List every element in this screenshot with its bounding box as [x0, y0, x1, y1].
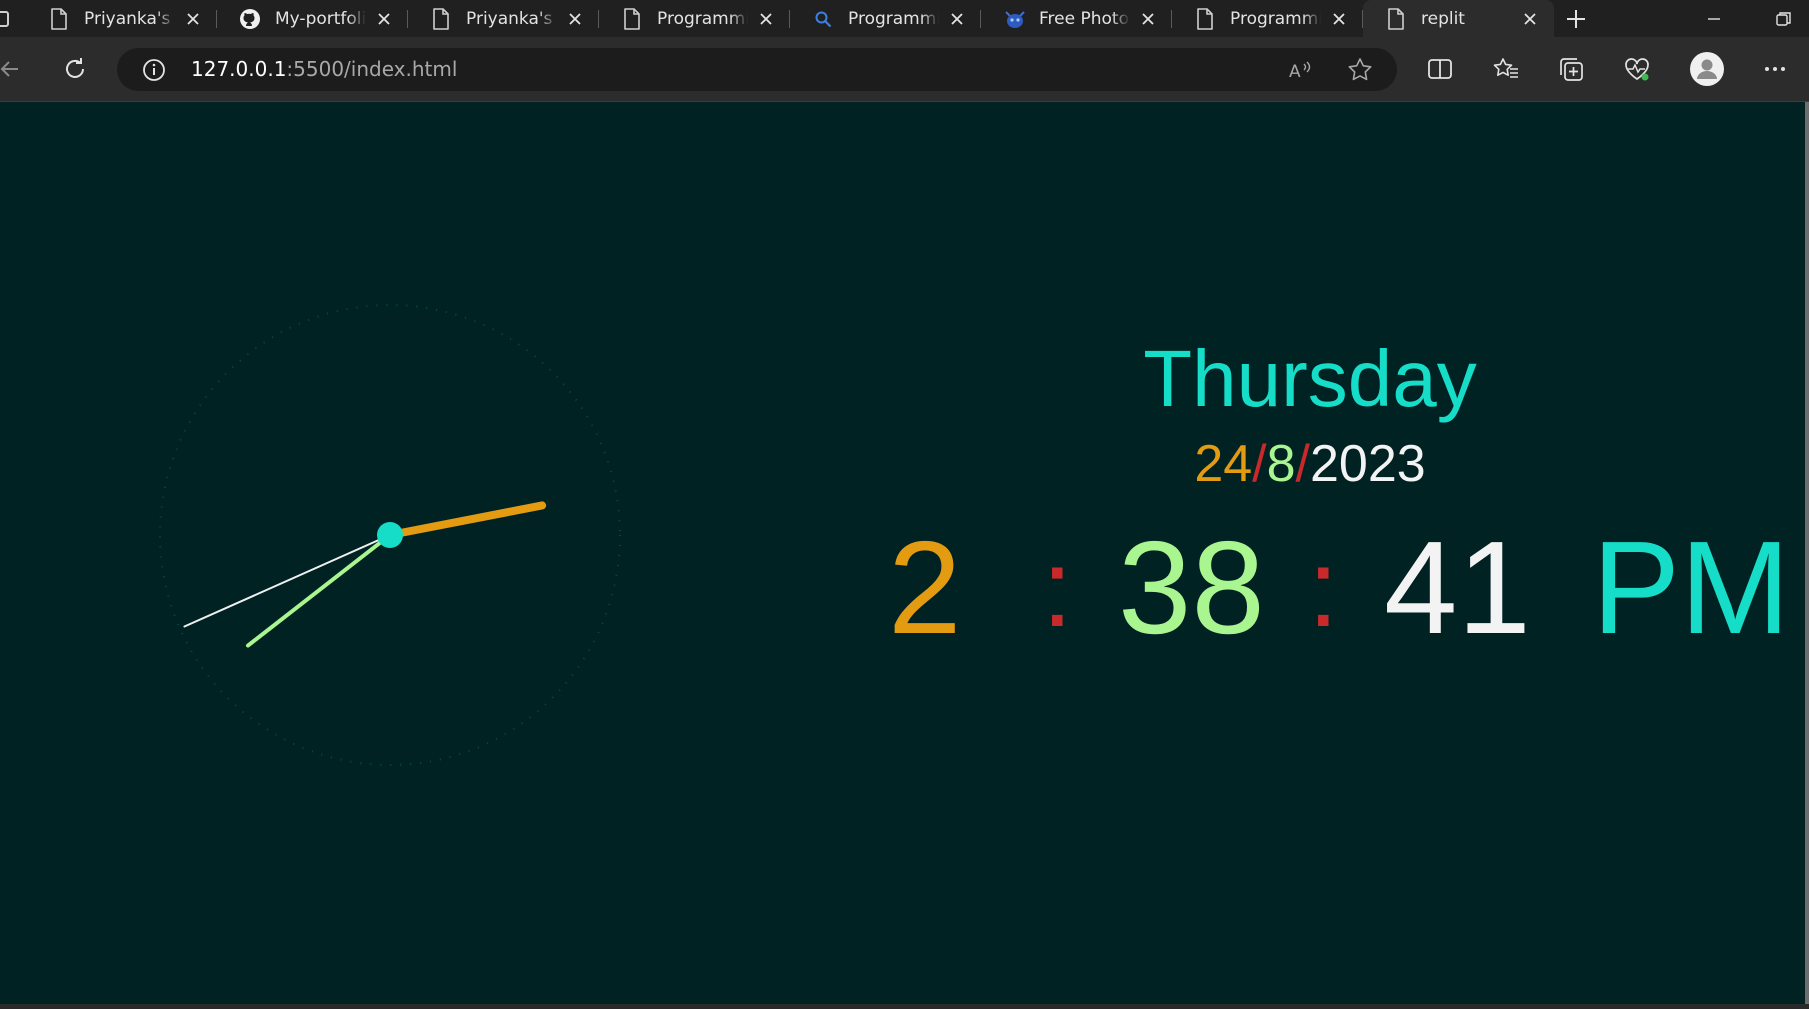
more-options-icon — [1765, 67, 1785, 71]
search-icon — [812, 8, 834, 30]
avatar-icon — [1690, 52, 1724, 86]
tab-title: Priyanka's p — [466, 8, 557, 29]
back-arrow-icon — [0, 61, 18, 77]
time-minute: 38 — [1118, 514, 1265, 661]
tab-title: My-portfolio — [275, 8, 366, 29]
collections-button[interactable] — [1551, 49, 1591, 89]
reload-icon — [66, 58, 84, 78]
tab-actions-icon — [0, 10, 9, 27]
browser-tab[interactable]: replit — [1363, 0, 1554, 37]
page-icon — [621, 7, 643, 30]
date-day: 24 — [1194, 435, 1253, 493]
page-icon — [48, 7, 70, 30]
profile-button[interactable] — [1687, 49, 1727, 89]
close-tab-button[interactable] — [1329, 9, 1349, 29]
read-aloud-icon[interactable]: A — [1287, 58, 1313, 82]
time-separator: : — [1042, 527, 1073, 650]
navigation-bar: 127.0.0.1:5500/index.html A — [0, 37, 1809, 102]
window-bottom-edge — [0, 1004, 1809, 1009]
hour-hand — [386, 501, 547, 539]
page-icon — [1385, 7, 1407, 30]
heart-pulse-icon — [1625, 58, 1649, 81]
browser-tab[interactable]: Programmin — [790, 0, 981, 37]
favorites-icon — [1493, 58, 1518, 78]
day-name: Thursday — [1143, 334, 1477, 423]
page-edge — [1805, 102, 1809, 1004]
new-tab-button[interactable] — [1554, 0, 1598, 37]
tab-list: Priyanka's p My-portfolio Priyanka's p Prog… — [26, 0, 1554, 37]
browser-tab[interactable]: Priyanka's p — [408, 0, 599, 37]
address-bar[interactable]: 127.0.0.1:5500/index.html A — [117, 48, 1397, 91]
tab-title: Programmin — [848, 8, 939, 29]
tab-title: Priyanka's p — [84, 8, 175, 29]
settings-menu-button[interactable] — [1755, 49, 1795, 89]
close-icon — [760, 12, 772, 25]
close-tab-button[interactable] — [374, 9, 394, 29]
minute-hand — [245, 533, 392, 648]
restore-button[interactable] — [1754, 0, 1809, 37]
close-icon — [378, 12, 390, 25]
github-icon — [239, 8, 261, 30]
page-viewport: Thursday 24/8/2023 2 : 38 : 41 PM — [0, 102, 1805, 1004]
date-display: 24/8/2023 — [1060, 438, 1560, 490]
tab-title: replit — [1421, 8, 1465, 29]
favorite-star-icon[interactable] — [1347, 57, 1373, 83]
close-icon — [1524, 12, 1536, 25]
time-second: 41 — [1384, 514, 1531, 661]
collections-icon — [1560, 58, 1583, 81]
close-tab-button[interactable] — [1138, 9, 1158, 29]
time-separator: : — [1308, 527, 1339, 650]
split-screen-button[interactable] — [1420, 49, 1460, 89]
minimize-icon — [1708, 17, 1720, 20]
browser-tab[interactable]: Programmin — [599, 0, 790, 37]
date-separator: / — [1295, 435, 1310, 493]
close-tab-button[interactable] — [1520, 9, 1540, 29]
analog-clock — [159, 304, 621, 766]
reload-button[interactable] — [55, 49, 95, 89]
split-screen-icon — [1428, 59, 1452, 79]
browser-tab[interactable]: Programmin — [1172, 0, 1363, 37]
tab-title: Programmin — [1230, 8, 1321, 29]
date-separator: / — [1252, 435, 1267, 493]
browser-tab[interactable]: My-portfolio — [217, 0, 408, 37]
site-info-icon[interactable] — [141, 57, 167, 83]
browser-tab[interactable]: Free Photo — [981, 0, 1172, 37]
browser-tab[interactable]: Priyanka's p — [26, 0, 217, 37]
date-month: 8 — [1266, 435, 1296, 493]
url-text[interactable]: 127.0.0.1:5500/index.html — [191, 48, 457, 91]
page-icon — [430, 7, 452, 30]
date-year: 2023 — [1309, 435, 1426, 493]
restore-icon — [1776, 11, 1791, 26]
favorites-button[interactable] — [1486, 49, 1526, 89]
close-tab-button[interactable] — [756, 9, 776, 29]
browser-essentials-button[interactable] — [1617, 49, 1657, 89]
url-host: 127.0.0.1 — [191, 57, 287, 81]
tab-actions-menu[interactable] — [0, 0, 26, 37]
close-tab-button[interactable] — [947, 9, 967, 29]
tab-strip: Priyanka's p My-portfolio Priyanka's p Prog… — [0, 0, 1809, 37]
close-icon — [187, 12, 199, 25]
minimize-button[interactable] — [1684, 0, 1744, 37]
back-button[interactable] — [0, 49, 30, 89]
time-ampm: PM — [1592, 514, 1790, 661]
close-tab-button[interactable] — [565, 9, 585, 29]
clock-center-dot — [377, 522, 403, 548]
time-hour: 2 — [888, 514, 962, 661]
creature-icon — [1003, 8, 1025, 30]
close-tab-button[interactable] — [183, 9, 203, 29]
svg-text:A: A — [1289, 62, 1301, 82]
url-path: :5500/index.html — [286, 57, 458, 81]
close-icon — [569, 12, 581, 25]
close-icon — [1142, 12, 1154, 25]
plus-icon — [1567, 9, 1585, 28]
close-icon — [1333, 12, 1345, 25]
tab-title: Free Photo — [1039, 8, 1129, 29]
close-icon — [951, 12, 963, 25]
page-icon — [1194, 7, 1216, 30]
tab-title: Programmin — [657, 8, 748, 29]
